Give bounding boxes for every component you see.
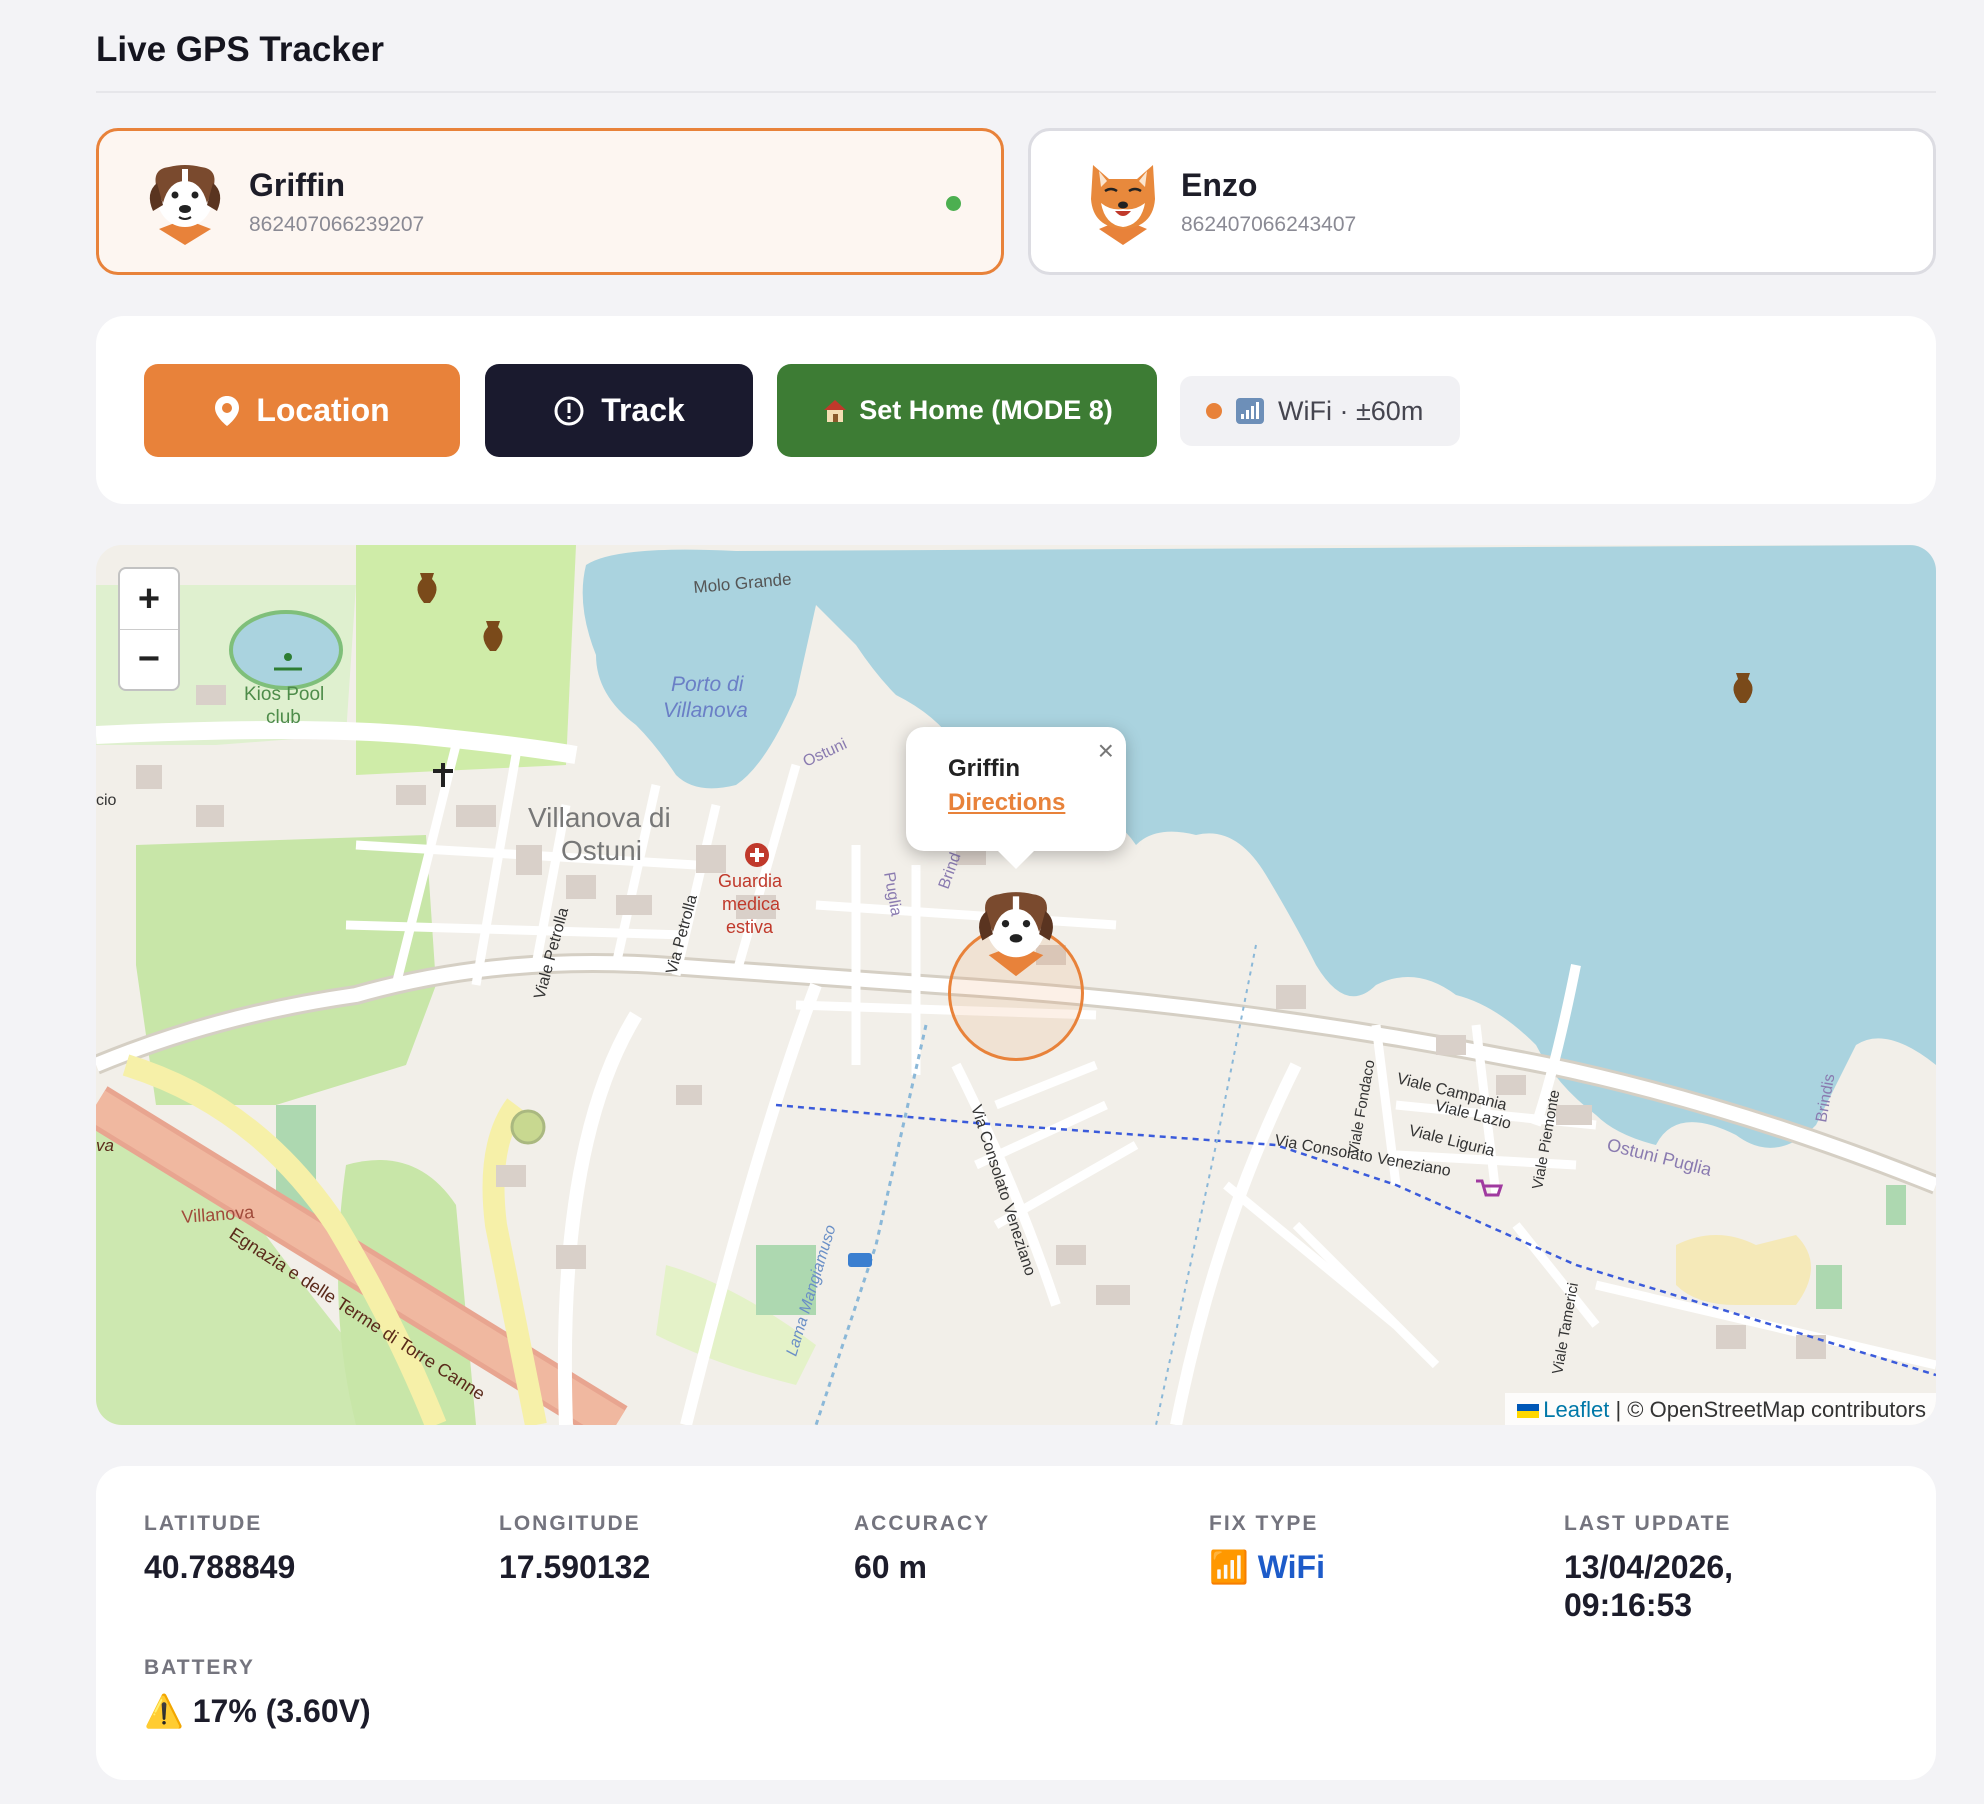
map-pin-icon	[215, 395, 240, 426]
last-update-time: 09:16:53	[1564, 1587, 1693, 1623]
signal-bars-icon	[1236, 398, 1264, 424]
online-status-dot	[946, 196, 961, 211]
latitude-value: 40.788849	[144, 1549, 296, 1585]
track-button-label: Track	[601, 392, 685, 428]
alert-circle-icon	[554, 396, 584, 425]
map-label-va: va	[96, 1136, 114, 1155]
accuracy-label: ACCURACY	[854, 1512, 991, 1535]
page-title: Live GPS Tracker	[96, 30, 384, 69]
popup-close-button[interactable]: ×	[1098, 735, 1114, 767]
medical-cross-icon	[745, 843, 769, 867]
location-button[interactable]: Location	[144, 364, 460, 457]
last-update-stat: LAST UPDATE 13/04/2026, 09:16:53	[1564, 1512, 1733, 1624]
map-label-town-1: Villanova di	[528, 802, 671, 833]
control-panel: Location Track Set Home (MODE 8) WiFi · …	[96, 316, 1936, 504]
leaflet-link[interactable]: Leaflet	[1543, 1397, 1609, 1422]
shiba-inu-icon	[1091, 165, 1155, 245]
dog-name: Griffin	[249, 167, 345, 203]
attribution-text: | © OpenStreetMap contributors	[1609, 1397, 1926, 1422]
position-info-panel: LATITUDE 40.788849 LONGITUDE 17.590132 A…	[96, 1466, 1936, 1780]
zoom-control: + −	[118, 567, 180, 691]
map-label-guardia-2: medica	[722, 894, 781, 914]
battery-label: BATTERY	[144, 1656, 255, 1679]
saint-bernard-icon	[149, 165, 221, 245]
dog-marker-icon[interactable]	[974, 883, 1058, 979]
zoom-out-button[interactable]: −	[120, 629, 178, 689]
popup-dog-name: Griffin	[948, 755, 1020, 782]
longitude-stat: LONGITUDE 17.590132	[499, 1512, 650, 1586]
directions-link[interactable]: Directions	[948, 789, 1065, 817]
map-label-town-2: Ostuni	[561, 835, 642, 866]
longitude-value: 17.590132	[499, 1549, 651, 1585]
fix-status-pill: WiFi · ±60m	[1180, 376, 1460, 446]
track-button[interactable]: Track	[485, 364, 753, 457]
latitude-label: LATITUDE	[144, 1512, 263, 1535]
zoom-in-button[interactable]: +	[120, 569, 178, 629]
map-label-guardia-1: Guardia	[718, 871, 783, 891]
latitude-stat: LATITUDE 40.788849	[144, 1512, 295, 1586]
accuracy-stat: ACCURACY 60 m	[854, 1512, 990, 1586]
dog-name: Enzo	[1181, 167, 1258, 203]
map-view[interactable]: Molo Grande Porto di Villanova Kios Pool…	[96, 545, 1936, 1425]
fix-type-label: FIX TYPE	[1209, 1512, 1319, 1535]
location-button-label: Location	[256, 392, 390, 428]
map-label-porto-2: Villanova	[663, 699, 748, 722]
title-divider	[96, 91, 1936, 93]
map-label-porto-1: Porto di	[671, 673, 745, 696]
map-label-kios-1: Kios Pool	[244, 684, 324, 705]
last-update-date: 13/04/2026,	[1564, 1549, 1734, 1585]
map-label-guardia-3: estiva	[726, 917, 774, 937]
fix-status-text: WiFi · ±60m	[1278, 395, 1424, 426]
map-label-cio: cio	[96, 792, 117, 809]
map-label-kios-2: club	[266, 707, 301, 728]
accuracy-value: 60 m	[854, 1549, 927, 1585]
dog-imei: 862407066239207	[249, 213, 425, 236]
campsite-icon	[848, 1253, 872, 1267]
fix-type-value: 📶 WiFi	[1209, 1549, 1325, 1585]
ukraine-flag-icon	[1517, 1404, 1540, 1419]
dog-card-enzo[interactable]: Enzo 862407066243407	[1028, 128, 1936, 275]
battery-stat: BATTERY ⚠️ 17% (3.60V)	[144, 1656, 371, 1730]
set-home-button-label: Set Home (MODE 8)	[859, 395, 1113, 425]
last-update-label: LAST UPDATE	[1564, 1512, 1732, 1535]
marker-popup: Griffin Directions ×	[906, 727, 1126, 869]
fix-type-stat: FIX TYPE 📶 WiFi	[1209, 1512, 1325, 1586]
dog-imei: 862407066243407	[1181, 213, 1357, 236]
battery-value: ⚠️ 17% (3.60V)	[144, 1693, 371, 1729]
longitude-label: LONGITUDE	[499, 1512, 641, 1535]
map-attribution: Leaflet | © OpenStreetMap contributors	[1505, 1393, 1936, 1425]
dog-card-griffin[interactable]: Griffin 862407066239207	[96, 128, 1004, 275]
house-icon	[824, 399, 847, 422]
fix-status-dot	[1206, 403, 1222, 419]
set-home-button[interactable]: Set Home (MODE 8)	[777, 364, 1157, 457]
